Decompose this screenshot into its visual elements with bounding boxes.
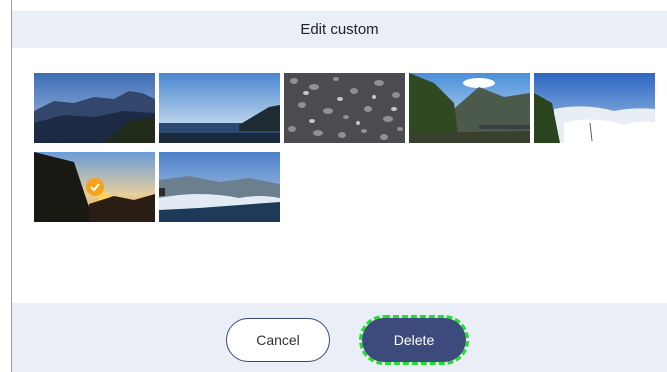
dialog-footer [12, 303, 667, 372]
selected-check-icon [86, 178, 104, 196]
thumbnail-cloud-valley[interactable] [159, 152, 280, 222]
thumbnail-sunset-trees[interactable] [34, 152, 155, 222]
thumbnail-grid [12, 48, 667, 303]
dialog-title: Edit custom [300, 21, 379, 38]
thumbnail-mountain-dusk[interactable] [34, 73, 155, 143]
thumbnail-forest-bridge[interactable] [409, 73, 530, 143]
cancel-button[interactable]: Cancel [226, 318, 330, 362]
delete-button[interactable]: Delete [359, 315, 469, 365]
thumbnail-cloud-sea[interactable] [534, 73, 655, 143]
thumbnail-lake-sunset[interactable] [159, 73, 280, 143]
dialog-header: Edit custom [12, 11, 667, 48]
thumbnail-pebbles[interactable] [284, 73, 405, 143]
